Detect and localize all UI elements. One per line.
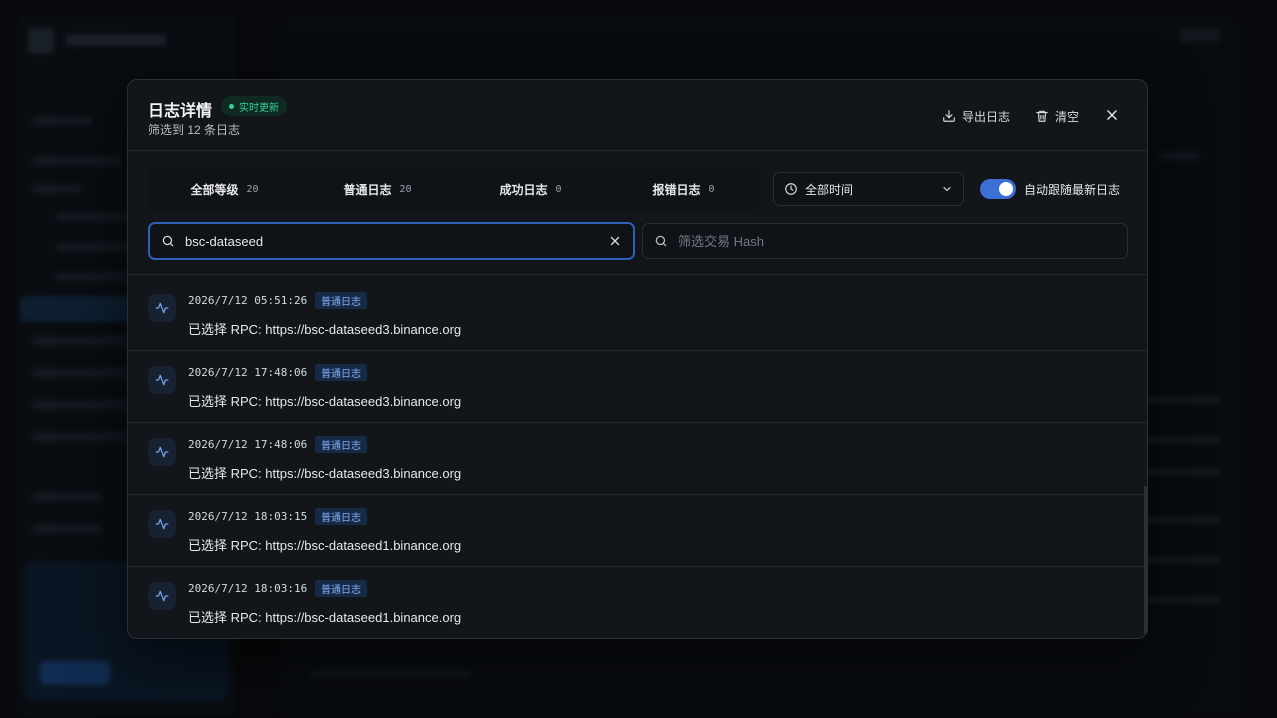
- log-timestamp: 2026/7/12 05:51:26: [188, 294, 308, 307]
- export-logs-label: 导出日志: [962, 109, 1011, 124]
- log-level-tag: 普通日志: [315, 508, 367, 525]
- background-nav-item: [56, 212, 136, 222]
- log-level-tag: 普通日志: [315, 580, 367, 597]
- time-range-select[interactable]: 全部时间: [773, 172, 964, 206]
- level-tab-all[interactable]: 全部等级 20: [148, 167, 301, 211]
- log-timestamp: 2026/7/12 17:48:06: [188, 438, 308, 451]
- modal-title: 日志详情: [148, 103, 213, 120]
- log-list-scrollbar[interactable]: [1144, 486, 1147, 634]
- log-timestamp: 2026/7/12 17:48:06: [188, 366, 308, 379]
- level-tab-success[interactable]: 成功日志 0: [454, 167, 607, 211]
- log-timestamp: 2026/7/12 18:03:16: [188, 582, 308, 595]
- auto-follow-label: 自动跟随最新日志: [1024, 182, 1121, 197]
- auto-follow-toggle[interactable]: [980, 179, 1016, 199]
- log-message: 已选择 RPC: https://bsc-dataseed3.binance.o…: [188, 394, 462, 409]
- log-message: 已选择 RPC: https://bsc-dataseed3.binance.o…: [188, 322, 462, 337]
- level-tab-normal[interactable]: 普通日志 20: [301, 167, 454, 211]
- background-logo-text: [66, 34, 166, 46]
- log-message: 已选择 RPC: https://bsc-dataseed1.binance.o…: [188, 610, 462, 625]
- log-list: 2026/7/12 05:51:26 普通日志 已选择 RPC: https:/…: [128, 279, 1147, 638]
- activity-icon: [148, 510, 176, 538]
- close-modal-button[interactable]: [1103, 105, 1121, 125]
- chevron-down-icon: [943, 186, 951, 192]
- level-tab-error[interactable]: 报错日志 0: [607, 167, 760, 211]
- log-row[interactable]: 2026/7/12 18:03:16 普通日志 已选择 RPC: https:/…: [128, 567, 1147, 638]
- modal-header: 日志详情 实时更新 筛选到 12 条日志 导出日志 清空: [128, 80, 1147, 151]
- auto-follow-control: 自动跟随最新日志: [980, 178, 1120, 200]
- level-tab-count: 20: [399, 183, 412, 195]
- activity-icon: [148, 294, 176, 322]
- level-tab-label: 普通日志: [343, 182, 392, 197]
- background-card-button: [40, 661, 110, 685]
- level-tab-count: 0: [555, 183, 562, 195]
- level-tab-count: 0: [708, 183, 715, 195]
- keyword-search: [148, 222, 635, 260]
- log-row[interactable]: 2026/7/12 05:51:26 普通日志 已选择 RPC: https:/…: [128, 279, 1147, 351]
- download-icon: [943, 110, 955, 122]
- background-line: [1180, 28, 1220, 42]
- toggle-knob: [999, 182, 1013, 196]
- filtered-count: 筛选到 12 条日志: [148, 123, 241, 137]
- hash-search: [642, 223, 1128, 259]
- clear-search-icon[interactable]: [608, 234, 622, 248]
- live-update-badge: 实时更新: [221, 96, 287, 116]
- log-row[interactable]: 2026/7/12 17:48:06 普通日志 已选择 RPC: https:/…: [128, 351, 1147, 423]
- background-nav-item: [32, 492, 102, 502]
- live-dot-icon: [229, 103, 234, 109]
- search-icon: [162, 235, 174, 247]
- background-line: [1160, 152, 1200, 160]
- log-details-modal: 日志详情 实时更新 筛选到 12 条日志 导出日志 清空 全部等级 20 普通日…: [127, 79, 1148, 639]
- log-message: 已选择 RPC: https://bsc-dataseed1.binance.o…: [188, 538, 462, 553]
- background-nav-item: [32, 156, 122, 166]
- clear-logs-label: 清空: [1055, 109, 1080, 124]
- level-tabs: 全部等级 20 普通日志 20 成功日志 0 报错日志 0: [148, 167, 760, 211]
- log-timestamp: 2026/7/12 18:03:15: [188, 510, 308, 523]
- activity-icon: [148, 366, 176, 394]
- activity-icon: [148, 438, 176, 466]
- background-nav-item: [32, 524, 102, 534]
- level-tab-count: 20: [246, 183, 259, 195]
- log-level-tag: 普通日志: [315, 436, 367, 453]
- level-tab-label: 成功日志: [499, 182, 548, 197]
- log-message: 已选择 RPC: https://bsc-dataseed3.binance.o…: [188, 466, 462, 481]
- log-level-tag: 普通日志: [315, 292, 367, 309]
- log-row[interactable]: 2026/7/12 18:03:15 普通日志 已选择 RPC: https:/…: [128, 495, 1147, 567]
- live-badge-label: 实时更新: [239, 102, 279, 114]
- search-icon: [655, 235, 667, 247]
- log-level-tag: 普通日志: [315, 364, 367, 381]
- activity-icon: [148, 582, 176, 610]
- log-row[interactable]: 2026/7/12 17:48:06 普通日志 已选择 RPC: https:/…: [128, 423, 1147, 495]
- background-line: [310, 670, 470, 678]
- background-logo: [28, 28, 54, 54]
- hash-search-input[interactable]: [678, 233, 1116, 249]
- level-tab-label: 全部等级: [190, 182, 239, 197]
- trash-icon: [1036, 110, 1048, 122]
- export-logs-button[interactable]: 导出日志: [942, 106, 1010, 126]
- background-nav-item: [32, 116, 92, 126]
- time-range-value: 全部时间: [805, 182, 854, 197]
- clock-icon: [785, 183, 797, 195]
- keyword-search-input[interactable]: [185, 233, 598, 249]
- clear-logs-button[interactable]: 清空: [1035, 106, 1079, 126]
- background-nav-item: [32, 184, 82, 194]
- level-tab-label: 报错日志: [652, 182, 701, 197]
- close-icon: [1107, 110, 1117, 120]
